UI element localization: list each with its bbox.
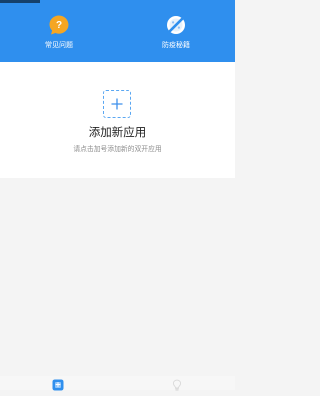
epidemic-tips-label: 防疫秘籍 [162, 41, 190, 49]
status-bar-fragment [0, 0, 40, 3]
plus-icon [111, 98, 123, 110]
epidemic-tips-button[interactable]: 防疫秘籍 [141, 14, 211, 50]
svg-text:?: ? [56, 20, 62, 31]
add-app-button[interactable] [103, 90, 131, 118]
empty-state-subtitle: 请点击加号添加新的双开应用 [73, 145, 162, 153]
bottom-nav-apps[interactable] [51, 377, 65, 391]
empty-state-panel: 添加新应用 请点击加号添加新的双开应用 [0, 62, 235, 178]
bottom-nav-ideas[interactable] [170, 377, 184, 391]
bottom-navigation [0, 376, 235, 391]
empty-state-title: 添加新应用 [88, 125, 147, 139]
no-virus-icon [167, 16, 185, 34]
faq-label: 常见问题 [45, 41, 73, 49]
faq-button[interactable]: ? 常见问题 [24, 14, 94, 50]
question-bubble-icon: ? [49, 15, 69, 35]
top-header: ? 常见问题 防疫秘籍 [0, 0, 235, 62]
